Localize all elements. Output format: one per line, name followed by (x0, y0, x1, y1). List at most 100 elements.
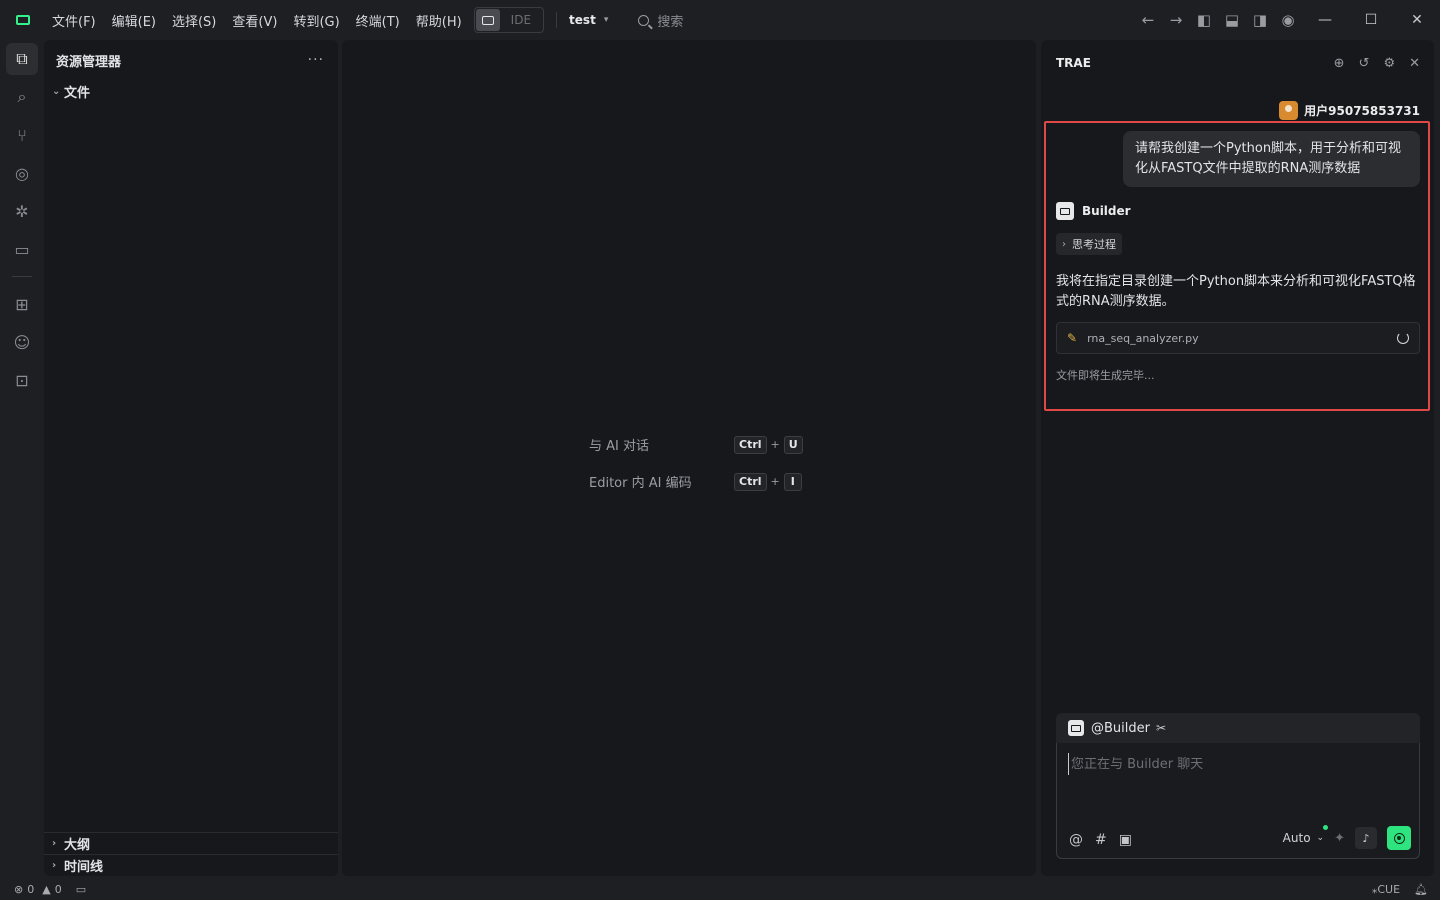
activity-bar: ⧉ ⌕ ⑂ ◎ ✲ ▭ ⊞ ☺ ⊡ (0, 40, 44, 878)
key-cap: I (783, 472, 802, 491)
chat-header: TRAE ⊕ ↺ ⚙ ✕ (1041, 40, 1434, 86)
command-search[interactable]: 搜索 (638, 11, 683, 30)
terminal-icon[interactable]: ▭ (76, 883, 86, 896)
files-icon: ⧉ (6, 43, 38, 75)
assistant-message: 我将在指定目录创建一个Python脚本来分析和可视化FASTQ格式的RNA测序数… (1056, 274, 1416, 309)
chat-title: TRAE (1056, 56, 1091, 70)
status-right: ⁎CUE 🔔︎ (1372, 883, 1428, 896)
source-control-icon[interactable]: ⑂ (0, 116, 44, 154)
ide-mode-button[interactable]: IDE (501, 13, 543, 27)
explorer-panel: 资源管理器 ··· ⌄ 文件 › 大纲 › 时间线 (44, 40, 338, 876)
thinking-process-toggle[interactable]: › 思考过程 (1056, 233, 1122, 255)
trae-logo-icon (16, 15, 30, 25)
more-actions-icon[interactable]: ··· (308, 52, 324, 68)
minimize-icon[interactable]: — (1302, 0, 1348, 40)
assistant-name: Builder (1082, 204, 1131, 218)
new-chat-icon[interactable]: ⊕ (1334, 56, 1345, 71)
shortcut-row: 与 AI 对话 Ctrl + U (589, 426, 803, 463)
chevron-right-icon: › (52, 838, 57, 849)
file-name: rna_seq_analyzer.py (1087, 331, 1199, 345)
error-count: 0 (27, 882, 35, 896)
toggle-right-panel-icon[interactable]: ◨ (1246, 6, 1274, 34)
chevron-right-icon: › (1062, 238, 1066, 250)
debug-bug-icon[interactable]: ✲ (0, 192, 44, 230)
ai-chat-panel: TRAE ⊕ ↺ ⚙ ✕ 用户95075853731 请帮我创建一个Python… (1041, 40, 1434, 876)
menu-edit[interactable]: 编辑(E) (112, 11, 156, 30)
warning-icon: ▲ (42, 882, 51, 896)
remote-display-icon[interactable]: ▭ (0, 230, 44, 268)
problems-indicator[interactable]: ⊗ 0 ▲ 0 ▭ (14, 883, 86, 896)
back-arrow-icon[interactable]: ← (1134, 6, 1162, 34)
key-cap: Ctrl (734, 472, 767, 491)
project-name[interactable]: test (569, 13, 596, 27)
tools-icon[interactable]: ✂ (1156, 721, 1166, 735)
ai-robot-icon[interactable]: ☺ (0, 323, 44, 361)
divider (556, 12, 558, 28)
cue-label: CUE (1377, 882, 1401, 896)
maximize-icon[interactable]: ☐ (1348, 0, 1394, 40)
agent-selector[interactable]: @Builder ✂ (1056, 713, 1420, 743)
image-upload-icon[interactable]: ▣ (1119, 832, 1132, 848)
timeline-section[interactable]: › 时间线 (44, 854, 338, 876)
menu-file[interactable]: 文件(F) (52, 11, 96, 30)
close-window-icon[interactable]: ✕ (1394, 0, 1440, 40)
remote-explorer-icon[interactable]: ⊡ (0, 361, 44, 399)
composer-box: @ # ▣ Auto ⌄ ✦ ♪ (1056, 743, 1420, 859)
account-icon[interactable]: ◉ (1274, 6, 1302, 34)
explorer-header: 资源管理器 ··· (44, 40, 338, 80)
user-name: 用户95075853731 (1304, 104, 1420, 118)
chevron-down-icon[interactable]: ▾ (604, 15, 609, 25)
model-label: Auto (1282, 831, 1311, 845)
loading-spinner-icon (1397, 332, 1409, 344)
divider (12, 276, 32, 277)
explorer-activity[interactable]: ⧉ (0, 40, 44, 78)
key-plus: + (770, 438, 780, 451)
history-icon[interactable]: ↺ (1359, 56, 1370, 71)
send-button[interactable] (1387, 826, 1411, 850)
folder-label: 文件 (64, 85, 91, 101)
chat-header-actions: ⊕ ↺ ⚙ ✕ (1334, 56, 1420, 71)
microphone-icon[interactable]: ♪ (1355, 827, 1377, 849)
solo-mode-button[interactable] (475, 9, 500, 31)
mode-toggle[interactable]: IDE (473, 7, 545, 33)
chevron-down-icon: ⌄ (1316, 833, 1325, 843)
toggle-bottom-panel-icon[interactable]: ⬓ (1218, 6, 1246, 34)
menu-view[interactable]: 查看(V) (232, 11, 277, 30)
outline-section[interactable]: › 大纲 (44, 832, 338, 854)
model-selector[interactable]: Auto ⌄ (1282, 825, 1329, 845)
bot-icon (481, 15, 494, 25)
menu-bar: 文件(F) 编辑(E) 选择(S) 查看(V) 转到(G) 终端(T) 帮助(H… (52, 11, 462, 30)
key-cap: U (783, 435, 803, 454)
preview-eye-icon[interactable]: ◎ (0, 154, 44, 192)
file-status-text: 文件即将生成完毕... (1056, 369, 1155, 382)
thinking-label: 思考过程 (1072, 238, 1116, 251)
composer-tools: @ # ▣ (1069, 832, 1132, 848)
shortcut-label: Editor 内 AI 编码 (589, 476, 692, 491)
menu-goto[interactable]: 转到(G) (293, 11, 339, 30)
shortcut-hints: 与 AI 对话 Ctrl + U Editor 内 AI 编码 Ctrl + I (589, 426, 803, 500)
sparkle-icon[interactable]: ✦ (1334, 831, 1345, 846)
chat-input[interactable] (1068, 753, 1408, 775)
forward-arrow-icon[interactable]: → (1162, 6, 1190, 34)
folder-root[interactable]: ⌄ 文件 (44, 80, 338, 102)
menu-selection[interactable]: 选择(S) (172, 11, 216, 30)
toggle-left-panel-icon[interactable]: ◧ (1190, 6, 1218, 34)
notification-bell-icon[interactable]: 🔔︎ (1414, 883, 1428, 896)
menu-terminal[interactable]: 终端(T) (356, 11, 400, 30)
send-icon (1393, 832, 1405, 844)
outline-label: 大纲 (64, 838, 91, 853)
mention-at-icon[interactable]: @ (1069, 832, 1083, 848)
menu-help[interactable]: 帮助(H) (416, 11, 462, 30)
title-actions: ← → ◧ ⬓ ◨ ◉ — ☐ ✕ (1134, 0, 1440, 40)
editor-area: 与 AI 对话 Ctrl + U Editor 内 AI 编码 Ctrl + I (342, 40, 1036, 876)
hashtag-context-icon[interactable]: # (1095, 832, 1107, 848)
error-icon: ⊗ (14, 882, 24, 896)
search-activity-icon[interactable]: ⌕ (0, 78, 44, 116)
close-icon[interactable]: ✕ (1409, 56, 1420, 71)
generated-file-card[interactable]: ✎ rna_seq_analyzer.py (1056, 322, 1420, 354)
title-bar: 文件(F) 编辑(E) 选择(S) 查看(V) 转到(G) 终端(T) 帮助(H… (0, 0, 1440, 40)
settings-gear-icon[interactable]: ⚙ (1383, 56, 1395, 71)
chevron-down-icon: ⌄ (52, 85, 61, 97)
cue-indicator[interactable]: ⁎CUE (1372, 883, 1400, 896)
extensions-icon[interactable]: ⊞ (0, 285, 44, 323)
